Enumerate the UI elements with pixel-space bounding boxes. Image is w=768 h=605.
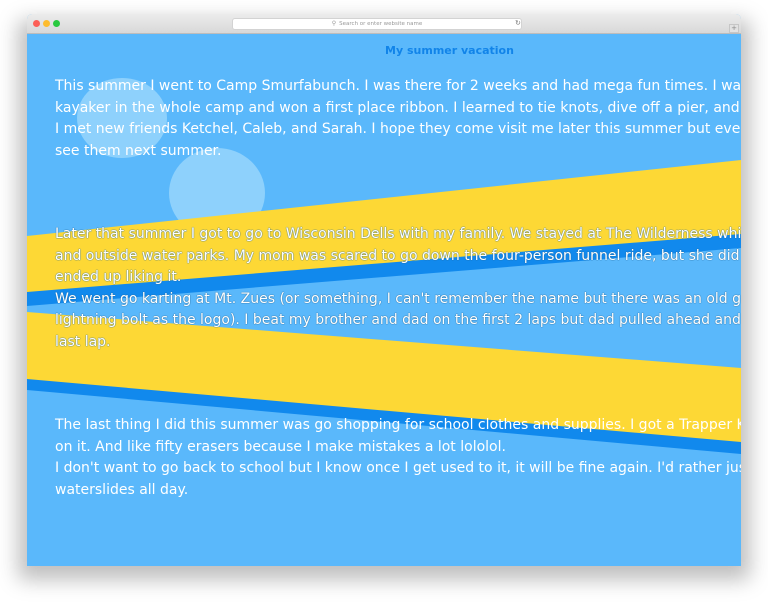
paragraph-line: kayaker in the whole camp and won a firs… xyxy=(55,99,741,116)
page-content: My summer vacation This summer I went to… xyxy=(27,34,741,566)
minimize-window-button[interactable] xyxy=(43,20,50,27)
browser-window: ⚲ Search or enter website name ↻ + My sum… xyxy=(27,14,741,566)
paragraph-line: This summer I went to Camp Smurfabunch. … xyxy=(55,78,741,94)
paragraph-line: ended up liking it. xyxy=(55,269,182,285)
browser-titlebar: ⚲ Search or enter website name ↻ + xyxy=(27,14,741,34)
paragraph-line: I met new friends Ketchel, Caleb, and Sa… xyxy=(55,121,741,137)
new-tab-button[interactable]: + xyxy=(729,24,739,33)
paragraph-line: lightning bolt as the logo). I beat my b… xyxy=(55,312,741,328)
paragraph-line: I don't want to go back to school but I … xyxy=(55,460,741,476)
paragraph-dells: Later that summer I got to go to Wiscons… xyxy=(55,224,741,353)
reload-icon[interactable]: ↻ xyxy=(515,18,521,29)
paragraph-line: Later that summer I got to go to Wiscons… xyxy=(55,226,741,242)
zoom-window-button[interactable] xyxy=(53,20,60,27)
paragraph-shopping: The last thing I did this summer was go … xyxy=(55,415,741,501)
search-icon: ⚲ xyxy=(331,20,337,27)
paragraph-line: see them next summer. xyxy=(55,142,222,159)
paragraph-line: The last thing I did this summer was go … xyxy=(55,417,741,433)
paragraph-line: and outside water parks. My mom was scar… xyxy=(55,247,741,264)
close-window-button[interactable] xyxy=(33,20,40,27)
paragraph-line: waterslides all day. xyxy=(55,481,189,498)
paragraph-line: last lap. xyxy=(55,333,111,350)
paragraph-line: on it. And like fifty erasers because I … xyxy=(55,438,506,455)
paragraph-camp: This summer I went to Camp Smurfabunch. … xyxy=(55,76,741,162)
address-bar-placeholder: Search or enter website name xyxy=(339,21,423,27)
paragraph-line: We went go karting at Mt. Zues (or somet… xyxy=(55,290,741,307)
address-bar[interactable]: ⚲ Search or enter website name xyxy=(232,18,522,30)
page-title: My summer vacation xyxy=(385,44,514,57)
